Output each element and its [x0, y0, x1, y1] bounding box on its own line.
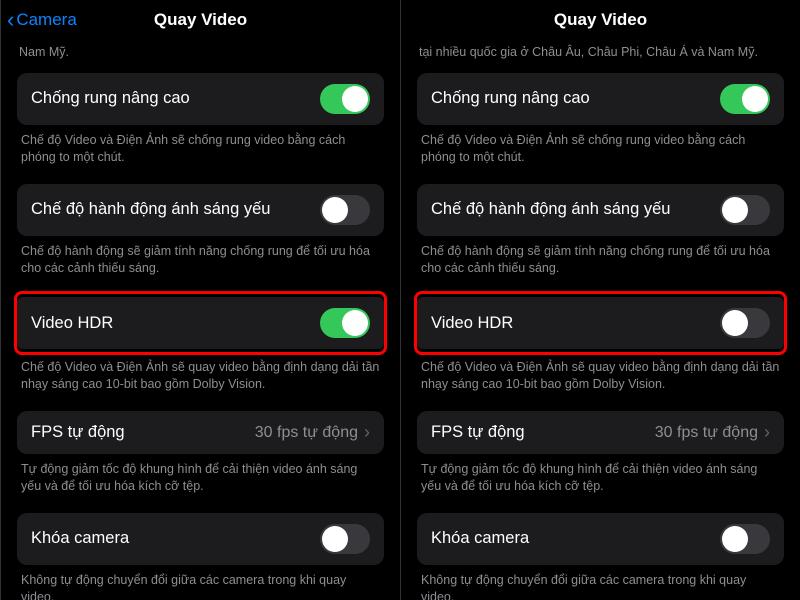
switch[interactable] [320, 308, 370, 338]
row-value: 30 fps tự động› [255, 422, 370, 443]
row-label: Video HDR [431, 314, 513, 333]
link-auto-fps[interactable]: FPS tự động 30 fps tự động› [17, 411, 384, 454]
row-label: Khóa camera [31, 529, 129, 548]
toggle-stabilization[interactable]: Chống rung nâng cao [417, 73, 784, 125]
switch[interactable] [320, 84, 370, 114]
switch-knob [342, 310, 368, 336]
chevron-left-icon: ‹ [7, 9, 14, 31]
toggle-lock-camera[interactable]: Khóa camera [417, 513, 784, 565]
partial-footer-text: Nam Mỹ. [19, 44, 382, 61]
toggle-stabilization[interactable]: Chống rung nâng cao [17, 73, 384, 125]
switch[interactable] [320, 524, 370, 554]
toggle-hdr-video[interactable]: Video HDR [17, 297, 384, 349]
switch[interactable] [720, 84, 770, 114]
settings-content: tại nhiều quốc gia ở Châu Âu, Châu Phi, … [401, 44, 800, 600]
switch-knob [722, 197, 748, 223]
row-footer: Không tự động chuyển đổi giữa các camera… [421, 572, 780, 600]
row-footer: Chế độ hành động sẽ giảm tính năng chống… [21, 243, 380, 277]
switch[interactable] [720, 524, 770, 554]
settings-content: Nam Mỹ. Chống rung nâng cao Chế độ Video … [1, 44, 400, 600]
switch-knob [322, 526, 348, 552]
row-label: Chống rung nâng cao [31, 89, 190, 108]
row-label: FPS tự động [431, 423, 525, 442]
page-title: Quay Video [554, 10, 647, 30]
back-label: Camera [16, 10, 76, 30]
row-footer: Chế độ Video và Điện Ảnh sẽ chống rung v… [421, 132, 780, 166]
nav-bar: ‹ Quay Video [401, 0, 800, 40]
switch-knob [722, 526, 748, 552]
row-label: FPS tự động [31, 423, 125, 442]
nav-bar: ‹ Camera Quay Video [1, 0, 400, 40]
toggle-lock-camera[interactable]: Khóa camera [17, 513, 384, 565]
back-button[interactable]: ‹ Camera [7, 9, 77, 31]
partial-footer-text: tại nhiều quốc gia ở Châu Âu, Châu Phi, … [419, 44, 782, 61]
row-label: Chế độ hành động ánh sáng yếu [431, 200, 670, 219]
row-footer: Tự động giảm tốc độ khung hình để cải th… [421, 461, 780, 495]
switch-knob [722, 310, 748, 336]
page-title: Quay Video [154, 10, 247, 30]
row-footer: Chế độ Video và Điện Ảnh sẽ chống rung v… [21, 132, 380, 166]
row-footer: Chế độ Video và Điện Ảnh sẽ quay video b… [21, 359, 380, 393]
row-footer: Không tự động chuyển đổi giữa các camera… [21, 572, 380, 600]
row-label: Chế độ hành động ánh sáng yếu [31, 200, 270, 219]
switch[interactable] [320, 195, 370, 225]
switch-knob [742, 86, 768, 112]
row-label: Video HDR [31, 314, 113, 333]
switch[interactable] [720, 308, 770, 338]
toggle-hdr-video[interactable]: Video HDR [417, 297, 784, 349]
switch-knob [322, 197, 348, 223]
toggle-action-lowlight[interactable]: Chế độ hành động ánh sáng yếu [17, 184, 384, 236]
chevron-right-icon: › [764, 422, 770, 443]
phone-screen-left: ‹ Camera Quay Video Nam Mỹ. Chống rung n… [0, 0, 400, 600]
switch[interactable] [720, 195, 770, 225]
chevron-right-icon: › [364, 422, 370, 443]
row-label: Khóa camera [431, 529, 529, 548]
row-footer: Chế độ hành động sẽ giảm tính năng chống… [421, 243, 780, 277]
phone-screen-right: ‹ Quay Video tại nhiều quốc gia ở Châu Â… [400, 0, 800, 600]
link-auto-fps[interactable]: FPS tự động 30 fps tự động› [417, 411, 784, 454]
switch-knob [342, 86, 368, 112]
toggle-action-lowlight[interactable]: Chế độ hành động ánh sáng yếu [417, 184, 784, 236]
row-value: 30 fps tự động› [655, 422, 770, 443]
row-label: Chống rung nâng cao [431, 89, 590, 108]
row-footer: Tự động giảm tốc độ khung hình để cải th… [21, 461, 380, 495]
row-footer: Chế độ Video và Điện Ảnh sẽ quay video b… [421, 359, 780, 393]
